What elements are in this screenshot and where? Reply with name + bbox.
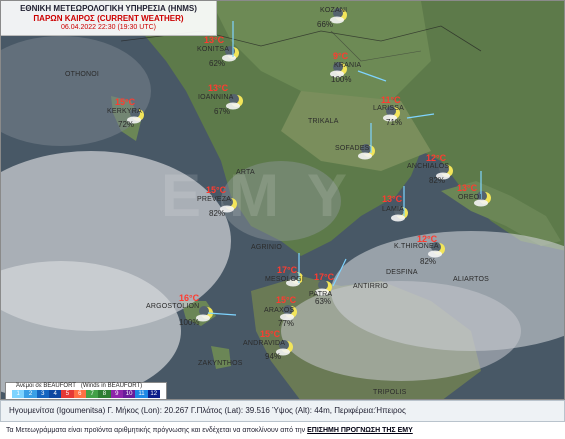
station-humidity-patra: 63% [315, 297, 332, 306]
beaufort-scale: 1 2 3 4 5 6 7 8 9 10 11 12 [12, 390, 160, 398]
station-name-ioannina[interactable]: IOANNINA [198, 94, 233, 101]
beaufort-legend: Άνεμοι σε BEAUFORT (Winds in BEAUFORT) 1… [5, 382, 167, 399]
station-name-antirrio[interactable]: ANTIRRIO [353, 283, 388, 290]
station-temp-araxos[interactable]: 15°C [276, 295, 296, 305]
station-name-othonoi[interactable]: OTHONOI [65, 71, 99, 78]
station-humidity-preveza: 82% [209, 209, 226, 218]
legend-subtitle: (Winds in BEAUFORT) [80, 383, 143, 389]
station-humidity-krania: 100% [331, 75, 352, 84]
station-name-tripolis[interactable]: TRIPOLIS [373, 389, 407, 396]
legend-title: Άνεμοι σε BEAUFORT [16, 383, 76, 389]
beaufort-level-7: 7 [85, 390, 99, 398]
beaufort-level-5: 5 [61, 390, 74, 398]
station-humidity-kozani: 66% [317, 20, 334, 29]
station-humidity-larissa: 71% [386, 118, 403, 127]
station-name-mesologi[interactable]: MESOLOGI [265, 276, 304, 283]
station-name-anchialos[interactable]: ANCHIALOS [407, 163, 449, 170]
beaufort-level-2: 2 [24, 390, 37, 398]
wind-barb-icon [332, 258, 347, 287]
station-name-andravida[interactable]: ANDRAVIDA [243, 340, 285, 347]
beaufort-level-11: 11 [135, 390, 148, 398]
station-name-preveza[interactable]: PREVEZA [197, 196, 231, 203]
station-temp-ioannina[interactable]: 13°C [208, 83, 228, 93]
station-temp-konitsa[interactable]: 13°C [204, 35, 224, 45]
station-name-konitsa[interactable]: KONITSA [197, 46, 229, 53]
station-temp-andravida[interactable]: 15°C [260, 329, 280, 339]
station-humidity-argostolion: 100% [179, 318, 200, 327]
station-humidity-araxos: 77% [278, 319, 295, 328]
beaufort-level-12: 12 [147, 390, 160, 398]
station-name-agrinio[interactable]: AGRINIO [251, 244, 282, 251]
station-temp-oreoi[interactable]: 13°C [457, 183, 477, 193]
beaufort-level-6: 6 [73, 390, 86, 398]
beaufort-level-10: 10 [122, 390, 136, 398]
station-name-trikala[interactable]: TRIKALA [308, 118, 339, 125]
station-temp-krania[interactable]: 9°C [333, 51, 348, 61]
station-humidity-kthironea: 82% [420, 257, 437, 266]
station-temp-anchialos[interactable]: 12°C [426, 153, 446, 163]
station-name-kozani: KOZANI [320, 7, 348, 14]
station-name-desfina[interactable]: DESFINA [386, 269, 418, 276]
station-name-larissa[interactable]: LARISSA [373, 105, 404, 112]
beaufort-level-9: 9 [110, 390, 123, 398]
beaufort-level-3: 3 [36, 390, 49, 398]
station-name-lamia[interactable]: LAMIA [382, 206, 404, 213]
station-name-araxos[interactable]: ARAXOS [264, 307, 294, 314]
disclaimer-text: Τα Μετεωγράμματα είναι προϊόντα αριθμητι… [6, 427, 308, 434]
official-forecast-link[interactable]: ΕΠΙΣΗΜΗ ΠΡΟΓΝΩΣΗ ΤΗΣ ΕΜΥ [307, 427, 413, 434]
station-temp-argostolion[interactable]: 16°C [179, 293, 199, 303]
beaufort-level-4: 4 [48, 390, 62, 398]
station-name-zakynthos[interactable]: ZAKYNTHOS [198, 360, 243, 367]
station-temp-mesologi[interactable]: 17°C [277, 265, 297, 275]
station-name-oreoi[interactable]: OREOI [458, 194, 482, 201]
station-name-aliartos[interactable]: ALIARTOS [453, 276, 489, 283]
station-temp-kerkyra[interactable]: 15°C [115, 97, 135, 107]
wind-barb-icon [357, 70, 387, 82]
weather-map: EMY ΕΘΝΙΚΗ ΜΕΤΕΩΡΟΛΟΓΙΚΗ ΥΠΗΡΕΣΙΑ (HNMS)… [0, 0, 565, 400]
station-name-kerkyra[interactable]: KERKYRA [107, 108, 142, 115]
beaufort-level-1: 1 [12, 390, 25, 398]
station-humidity-andravida: 94% [265, 352, 282, 361]
station-name-arta[interactable]: ARTA [236, 169, 255, 176]
station-name-argostolion[interactable]: ARGOSTOLION [146, 303, 199, 310]
station-temp-lamia[interactable]: 13°C [382, 194, 402, 204]
station-humidity-ioannina: 67% [214, 107, 231, 116]
station-name-kthironea[interactable]: K.THIRONEA [394, 243, 439, 250]
station-humidity-konitsa: 62% [209, 59, 226, 68]
beaufort-level-8: 8 [98, 390, 111, 398]
disclaimer: Τα Μετεωγράμματα είναι προϊόντα αριθμητι… [0, 422, 565, 439]
station-name-sofades[interactable]: SOFADES [335, 145, 369, 152]
station-temp-preveza[interactable]: 15°C [206, 185, 226, 195]
wind-barb-icon [406, 113, 435, 119]
station-humidity-kerkyra: 72% [118, 120, 135, 129]
location-info: Ηγουμενίτσα (Igoumenitsa) Γ. Μήκος (Lon)… [0, 400, 565, 422]
station-temp-patra[interactable]: 17°C [314, 272, 334, 282]
station-temp-larissa[interactable]: 11°C [381, 95, 401, 105]
station-name-krania[interactable]: KRANIA [334, 62, 361, 69]
station-humidity-anchialos: 82% [429, 176, 446, 185]
